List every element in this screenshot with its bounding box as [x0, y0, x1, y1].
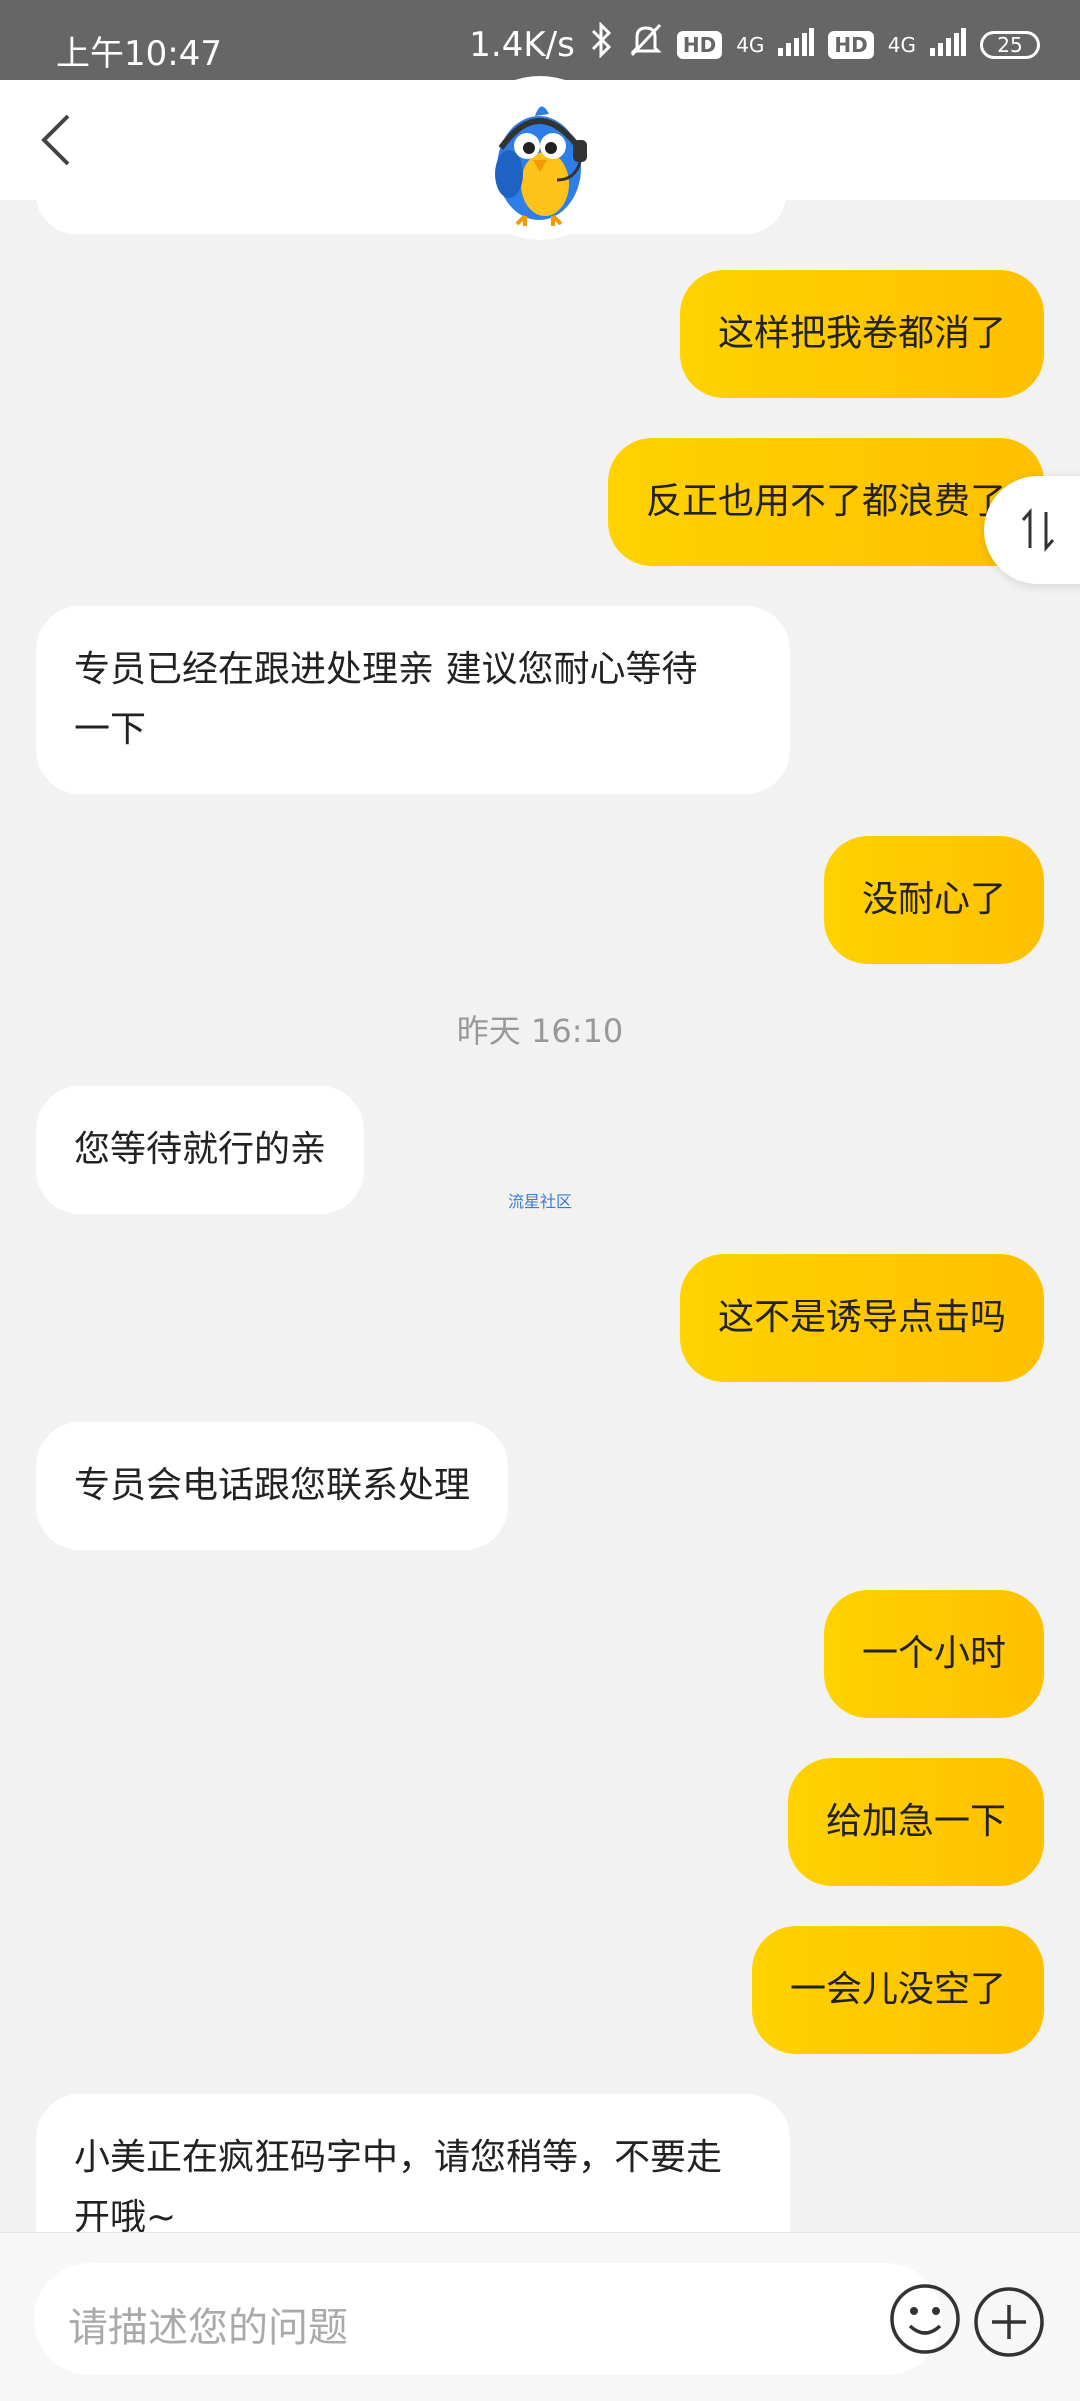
incoming-message[interactable]: 您等待就行的亲 — [36, 1086, 365, 1214]
incoming-message[interactable]: 小美正在疯狂码字中，请您稍等，不要走 开哦~ — [36, 2094, 790, 2254]
message-text: 给加急一下 — [825, 1801, 1006, 1842]
outgoing-message[interactable]: 这不是诱导点击吗 — [679, 1254, 1044, 1382]
input-bar: 请描述您的问题 — [0, 2232, 1080, 2401]
watermark-label: 流星社区 — [508, 1192, 573, 1211]
network-type-1: 4G — [736, 32, 765, 57]
status-time: 上午10:47 — [56, 34, 222, 74]
outgoing-message[interactable]: 没耐心了 — [823, 836, 1044, 964]
message-input[interactable]: 请描述您的问题 — [34, 2263, 960, 2375]
bluetooth-icon — [589, 21, 615, 67]
swap-vertical-icon — [1021, 508, 1055, 552]
input-placeholder: 请描述您的问题 — [68, 2305, 348, 2351]
outgoing-message[interactable]: 反正也用不了都浪费了 — [607, 438, 1044, 566]
outgoing-message[interactable]: 这样把我卷都消了 — [679, 270, 1044, 398]
service-avatar[interactable] — [458, 76, 622, 240]
message-text: 您等待就行的亲 — [74, 1129, 327, 1170]
message-text: 这不是诱导点击吗 — [717, 1297, 1006, 1338]
hd-badge-1: HD — [676, 30, 723, 59]
message-text: 一会儿没空了 — [789, 1969, 1006, 2010]
message-text: 这样把我卷都消了 — [717, 313, 1006, 354]
network-type-2: 4G — [887, 32, 916, 57]
message-text: 专员会电话跟您联系处理 — [74, 1465, 471, 1506]
message-text-line: 专员已经在跟进处理亲 建议您耐心等待 — [74, 649, 698, 690]
outgoing-message[interactable]: 一会儿没空了 — [751, 1926, 1044, 2054]
plus-circle-icon — [974, 2287, 1044, 2357]
hd-badge-2: HD — [828, 30, 874, 59]
swap-order-button[interactable] — [984, 476, 1080, 584]
net-speed: 1.4K/s — [469, 24, 575, 65]
more-button[interactable] — [964, 2277, 1054, 2367]
outgoing-message[interactable]: 一个小时 — [823, 1590, 1044, 1718]
outgoing-message[interactable]: 给加急一下 — [787, 1758, 1044, 1886]
status-bar: 上午10:47 1.4K/s HD 4G HD 4G 25 — [0, 0, 1080, 80]
incoming-message[interactable]: 专员已经在跟进处理亲 建议您耐心等待 一下 — [36, 606, 790, 794]
smiley-icon — [890, 2284, 960, 2354]
message-text-line: 小美正在疯狂码字中，请您稍等，不要走 — [74, 2137, 723, 2178]
bird-mascot-icon — [495, 106, 587, 226]
message-text: 没耐心了 — [861, 879, 1006, 920]
message-text-line: 一下 — [74, 709, 147, 750]
chevron-left-icon — [41, 114, 70, 166]
battery-indicator: 25 — [980, 30, 1040, 59]
signal-icon-2 — [930, 25, 966, 65]
message-text: 反正也用不了都浪费了 — [645, 481, 1006, 522]
message-text: 一个小时 — [861, 1633, 1006, 1674]
status-icons: 1.4K/s HD 4G HD 4G 25 — [469, 21, 1040, 67]
incoming-message[interactable]: 专员会电话跟您联系处理 — [36, 1422, 509, 1550]
back-button[interactable] — [34, 110, 94, 170]
signal-icon-1 — [778, 25, 815, 65]
mute-bell-icon — [629, 22, 663, 67]
message-timestamp: 昨天 16:10 — [456, 1012, 624, 1050]
